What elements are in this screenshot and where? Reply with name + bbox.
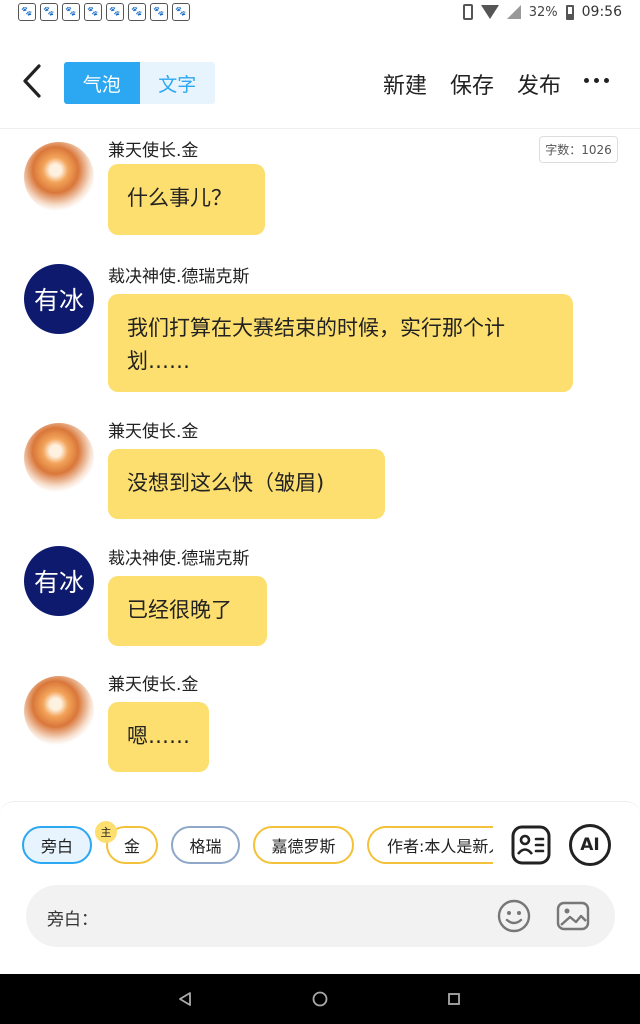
avatar[interactable] bbox=[24, 142, 94, 212]
save-button[interactable]: 保存 bbox=[450, 68, 494, 100]
image-icon[interactable] bbox=[556, 899, 590, 933]
nav-recents-icon[interactable] bbox=[447, 991, 461, 1007]
role-chip-narrator[interactable]: 旁白 bbox=[22, 826, 92, 864]
app-notification-icon: 🐾 bbox=[172, 3, 190, 21]
main-role-badge: 主 bbox=[95, 821, 117, 843]
vibrate-icon bbox=[462, 4, 473, 20]
nav-back-icon[interactable] bbox=[177, 991, 193, 1007]
message-bubble[interactable]: 已经很晚了 bbox=[108, 576, 267, 646]
new-button[interactable]: 新建 bbox=[383, 68, 427, 100]
top-bar: 气泡 文字 新建 保存 发布 bbox=[0, 28, 640, 129]
app-notification-icon: 🐾 bbox=[62, 3, 80, 21]
more-options-icon[interactable] bbox=[584, 78, 609, 83]
input-role-label: 旁白： bbox=[47, 910, 98, 930]
role-card-icon[interactable] bbox=[510, 824, 552, 866]
app-notification-icon: 🐾 bbox=[150, 3, 168, 21]
app-notification-icon: 🐾 bbox=[84, 3, 102, 21]
narration-input[interactable]: 旁白： bbox=[26, 885, 615, 947]
battery-percent: 32% bbox=[528, 4, 558, 20]
cell-signal-icon bbox=[506, 5, 521, 19]
wifi-icon bbox=[480, 5, 499, 19]
speaker-name: 兼天使长.金 bbox=[108, 675, 199, 695]
composer-panel: 旁白 金 主 格瑞 嘉德罗斯 作者:本人是新人 AI 旁白： bbox=[0, 801, 640, 974]
mode-toggle: 气泡 文字 bbox=[64, 62, 215, 104]
word-count-badge: 字数：1026 bbox=[539, 136, 618, 163]
clock: 09:56 bbox=[581, 4, 622, 20]
battery-icon bbox=[565, 4, 574, 20]
tab-bubble[interactable]: 气泡 bbox=[64, 62, 140, 104]
message-bubble[interactable]: 没想到这么快（皱眉) bbox=[108, 449, 385, 519]
status-bar: 🐾 🐾 🐾 🐾 🐾 🐾 🐾 🐾 32% 09:56 bbox=[0, 0, 640, 28]
notification-icons: 🐾 🐾 🐾 🐾 🐾 🐾 🐾 🐾 bbox=[18, 3, 190, 21]
role-chip-jaderos[interactable]: 嘉德罗斯 bbox=[253, 826, 354, 864]
avatar[interactable] bbox=[24, 676, 94, 746]
emoji-icon[interactable] bbox=[497, 899, 531, 933]
app-notification-icon: 🐾 bbox=[40, 3, 58, 21]
role-chip-grey[interactable]: 格瑞 bbox=[171, 826, 240, 864]
message-bubble[interactable]: 我们打算在大赛结束的时候，实行那个计划…… bbox=[108, 294, 573, 392]
avatar[interactable]: 有冰 bbox=[24, 264, 94, 334]
speaker-name: 兼天使长.金 bbox=[108, 422, 199, 442]
app-notification-icon: 🐾 bbox=[128, 3, 146, 21]
app-notification-icon: 🐾 bbox=[106, 3, 124, 21]
system-nav-bar bbox=[0, 974, 640, 1024]
nav-home-icon[interactable] bbox=[312, 991, 328, 1007]
message-bubble[interactable]: 嗯…… bbox=[108, 702, 209, 772]
speaker-name: 裁决神使.德瑞克斯 bbox=[108, 267, 250, 287]
app-notification-icon: 🐾 bbox=[18, 3, 36, 21]
avatar[interactable] bbox=[24, 423, 94, 493]
message-bubble[interactable]: 什么事儿？ bbox=[108, 164, 265, 235]
speaker-name: 裁决神使.德瑞克斯 bbox=[108, 549, 250, 569]
ai-assistant-icon[interactable]: AI bbox=[569, 824, 611, 866]
system-status: 32% 09:56 bbox=[462, 4, 622, 20]
tab-text[interactable]: 文字 bbox=[140, 62, 216, 104]
publish-button[interactable]: 发布 bbox=[517, 68, 561, 100]
avatar[interactable]: 有冰 bbox=[24, 546, 94, 616]
back-arrow-icon[interactable] bbox=[22, 64, 42, 98]
speaker-name: 兼天使长.金 bbox=[108, 141, 199, 161]
role-chip-author[interactable]: 作者:本人是新人 bbox=[367, 826, 493, 864]
